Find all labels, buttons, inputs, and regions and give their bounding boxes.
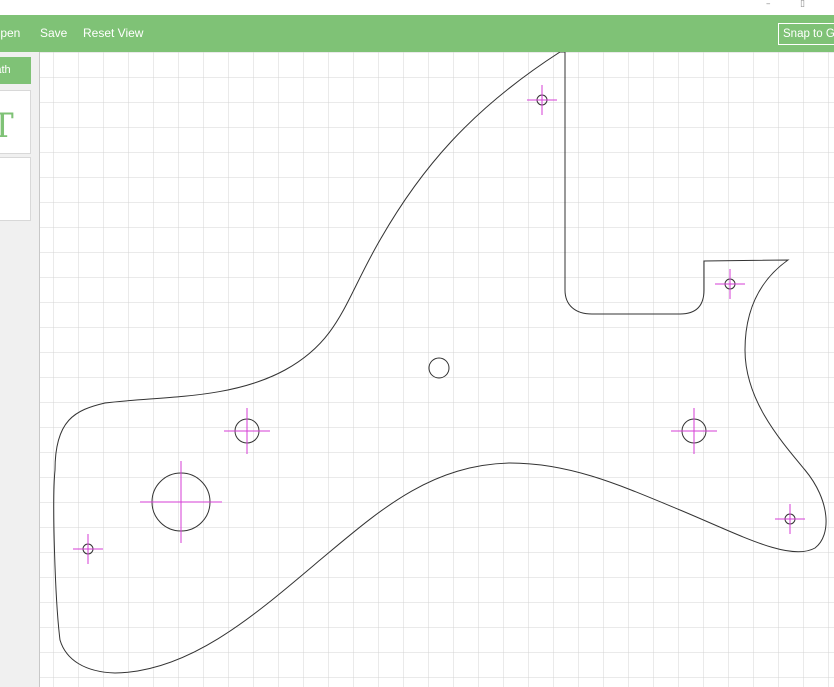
save-button[interactable]: Save: [40, 15, 67, 52]
path-tool-label: Path: [0, 64, 11, 76]
path-tool-tab[interactable]: Path: [0, 57, 31, 84]
minimize-icon[interactable]: –: [766, 0, 771, 11]
open-button[interactable]: Open: [0, 15, 20, 52]
top-toolbar: Open Save Reset View Snap to Grid: [0, 15, 834, 52]
text-tool-card[interactable]: T: [0, 90, 31, 154]
window-titlebar: – ▯: [0, 0, 834, 15]
blank-tool-card[interactable]: [0, 157, 31, 221]
drawing-canvas[interactable]: [40, 52, 834, 687]
text-tool-icon: T: [0, 109, 14, 143]
grid-background: [40, 52, 834, 687]
canvas-svg: [40, 52, 834, 687]
reset-view-button[interactable]: Reset View: [83, 15, 143, 52]
snap-to-grid-button[interactable]: Snap to Grid: [778, 23, 834, 45]
tool-sidebar: Path T: [0, 52, 40, 687]
maximize-icon[interactable]: ▯: [800, 0, 805, 11]
